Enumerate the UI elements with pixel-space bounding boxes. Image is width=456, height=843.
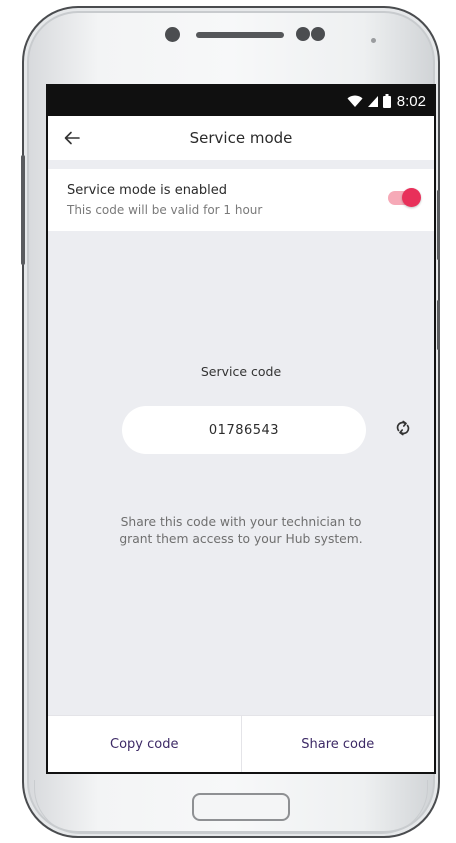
bottom-action-bar: Copy code Share code [48,715,434,772]
service-code-label: Service code [200,364,282,379]
app-bar: Service mode [48,116,434,160]
section-gap [48,160,434,169]
notification-led [371,38,376,43]
proximity-sensor [296,27,310,41]
status-bar: 8:02 [48,86,434,116]
signal-icon [367,95,379,108]
copy-code-button[interactable]: Copy code [48,716,241,772]
service-code-field: 01786543 [122,406,366,454]
refresh-code-button[interactable] [392,419,414,441]
power-button [437,190,440,260]
switch-knob [402,188,421,207]
toggle-title: Service mode is enabled [67,183,228,198]
refresh-icon [394,419,412,441]
light-sensor [311,27,325,41]
status-time: 8:02 [396,92,426,110]
page-title: Service mode [189,129,293,147]
front-camera [165,27,180,42]
earpiece-speaker [196,32,284,38]
toggle-subtitle: This code will be valid for 1 hour [67,203,263,217]
service-mode-toggle-row: Service mode is enabled This code will b… [48,169,434,231]
service-mode-switch[interactable] [388,188,421,207]
wifi-icon [347,95,363,108]
phone-screen: 8:02 Service mode Service mode is enable… [46,84,436,774]
share-code-button[interactable]: Share code [242,716,435,772]
arrow-left-icon [64,130,80,149]
battery-icon [382,94,391,108]
home-button[interactable] [192,793,290,821]
service-code-value: 01786543 [208,422,280,438]
help-text: Share this code with your technician to … [88,514,394,548]
help-line-2: grant them access to your Hub system. [119,532,363,546]
service-mode-page: Service mode Service mode is enabled Thi… [48,116,434,772]
back-button[interactable] [58,125,86,153]
volume-button [21,155,25,265]
side-key [437,300,440,350]
help-line-1: Share this code with your technician to [120,515,362,529]
